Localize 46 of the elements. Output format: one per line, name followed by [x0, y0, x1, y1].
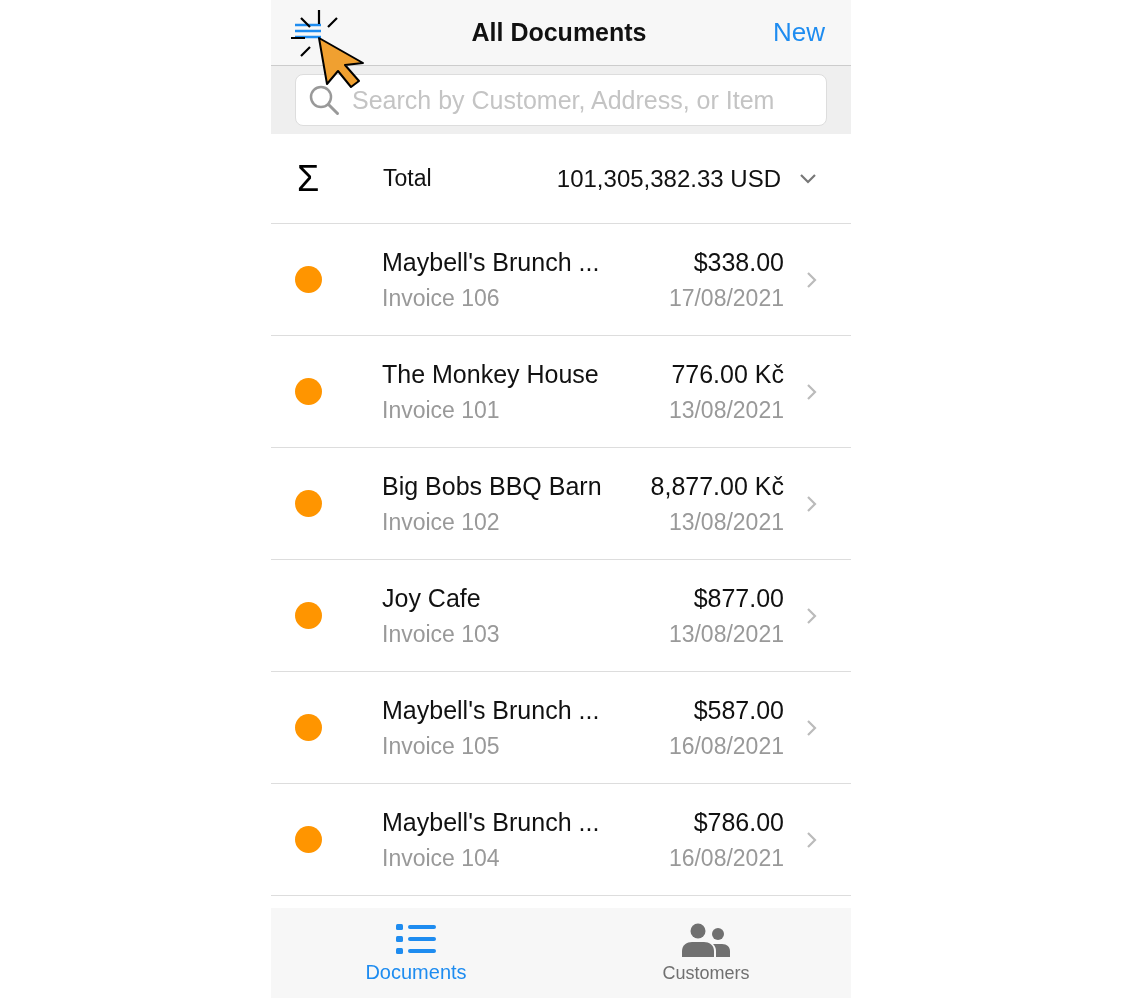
invoice-date: 16/08/2021	[668, 844, 784, 872]
list-icon	[396, 922, 436, 955]
document-row[interactable]: Big Bobs BBQ Barn Invoice 102 8,877.00 Kč 13/08/2021	[271, 448, 851, 560]
search-field[interactable]: Search by Customer, Address, or Item	[295, 74, 827, 126]
total-amount: 101,305,382.33 USD	[556, 164, 781, 193]
document-row[interactable]: Maybell's Brunch ... Invoice 104 $786.00 16/08/2021	[271, 784, 851, 896]
invoice-number: Invoice 106	[382, 284, 501, 312]
people-icon	[682, 922, 730, 957]
customer-name: Big Bobs BBQ Barn	[382, 471, 603, 501]
invoice-number: Invoice 102	[382, 508, 501, 536]
customer-name: Joy Cafe	[382, 583, 482, 613]
customer-name: The Monkey House	[382, 359, 600, 389]
chevron-right-icon	[806, 606, 817, 625]
total-label: Total	[383, 165, 433, 192]
invoice-date: 13/08/2021	[668, 620, 784, 648]
chevron-right-icon	[806, 718, 817, 737]
chevron-right-icon	[806, 494, 817, 513]
customer-name: Maybell's Brunch ...	[382, 807, 601, 837]
invoice-amount: $786.00	[693, 807, 784, 837]
chevron-right-icon	[806, 382, 817, 401]
invoice-number: Invoice 103	[382, 620, 501, 648]
document-row[interactable]: Joy Cafe Invoice 103 $877.00 13/08/2021	[271, 560, 851, 672]
chevron-right-icon	[806, 270, 817, 289]
chevron-down-icon[interactable]	[799, 173, 817, 184]
tab[interactable]: Customers	[561, 908, 851, 998]
nav-title: All Documents	[471, 18, 647, 47]
invoice-number: Invoice 101	[382, 396, 501, 424]
invoice-amount: 8,877.00 Kč	[650, 471, 784, 501]
sum-symbol: Σ	[296, 157, 321, 200]
invoice-amount: $877.00	[693, 583, 784, 613]
customer-name: Maybell's Brunch ...	[382, 695, 601, 725]
invoice-amount: $587.00	[693, 695, 784, 725]
chevron-right-icon	[806, 830, 817, 849]
invoice-amount: $338.00	[693, 247, 784, 277]
invoice-date: 17/08/2021	[668, 284, 784, 312]
invoice-amount: 776.00 Kč	[671, 359, 784, 389]
invoice-date: 13/08/2021	[668, 508, 784, 536]
document-row[interactable]: The Monkey House Invoice 101 776.00 Kč 13/08/2021	[271, 336, 851, 448]
document-row[interactable]: Maybell's Brunch ... Invoice 105 $587.00 16/08/2021	[271, 672, 851, 784]
document-row[interactable]: Maybell's Brunch ... Invoice 106 $338.00 17/08/2021	[271, 224, 851, 336]
search-icon	[308, 84, 340, 116]
invoice-date: 16/08/2021	[668, 732, 784, 760]
invoice-date: 13/08/2021	[668, 396, 784, 424]
customer-name: Maybell's Brunch ...	[382, 247, 601, 277]
invoice-number: Invoice 105	[382, 732, 501, 760]
invoice-number: Invoice 104	[382, 844, 501, 872]
